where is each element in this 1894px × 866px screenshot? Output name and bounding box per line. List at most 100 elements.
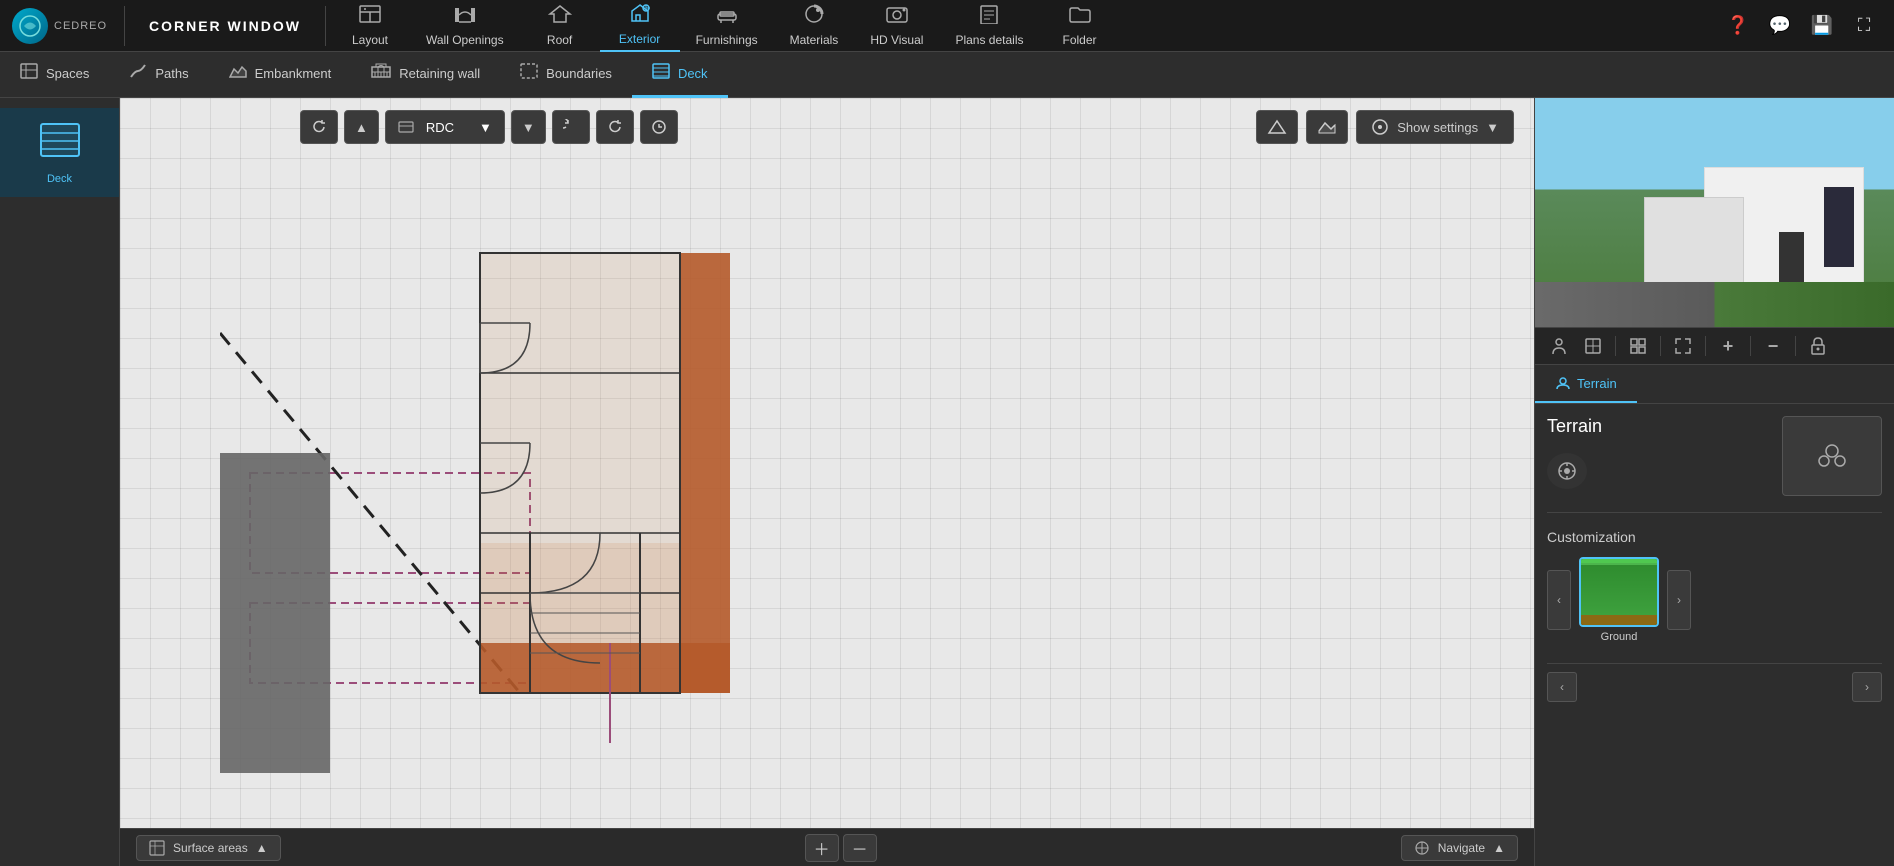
toolbar-item-layout[interactable]: Layout	[330, 0, 410, 52]
terrain-shape-button[interactable]	[1306, 110, 1348, 144]
floor-label: RDC	[426, 120, 454, 135]
customization-section: Customization ‹ Ground ›	[1547, 529, 1882, 643]
grass-texture	[1581, 559, 1657, 615]
show-settings-label: Show settings	[1397, 120, 1478, 135]
paths-icon	[129, 63, 147, 84]
redo-button[interactable]	[596, 110, 634, 144]
surface-areas-button[interactable]: Surface areas ▲	[136, 835, 281, 861]
toolbar-item-furnishings[interactable]: Furnishings	[680, 0, 774, 52]
logo-icon	[12, 8, 48, 44]
save-button[interactable]: 💾	[1804, 8, 1840, 44]
navigate-chevron-icon: ▲	[1493, 841, 1505, 855]
zoom-in-button[interactable]: ＋	[805, 834, 839, 862]
floor-down-button[interactable]: ▼	[511, 110, 546, 144]
expand-button[interactable]	[1667, 332, 1699, 360]
filter-button[interactable]	[1622, 332, 1654, 360]
sub-item-deck[interactable]: Deck	[632, 52, 728, 98]
terrain-tab-label: Terrain	[1577, 376, 1617, 391]
separator	[1547, 512, 1882, 513]
spaces-icon	[20, 63, 38, 84]
toolbar-right: ❓ 💬 💾 ⛶	[1720, 8, 1894, 44]
ground-swatch[interactable]	[1579, 557, 1659, 627]
deck-tool-label: Deck	[47, 173, 72, 185]
bottom-prev-button[interactable]: ‹	[1547, 672, 1577, 702]
chat-button[interactable]: 💬	[1762, 8, 1798, 44]
sub-item-paths[interactable]: Paths	[109, 52, 208, 98]
toolbar-label-materials: Materials	[790, 33, 839, 47]
refresh-button[interactable]	[300, 110, 338, 144]
toolbar-label-plans-details: Plans details	[955, 33, 1023, 47]
terrain-title-text: Terrain	[1547, 416, 1602, 437]
deck-tool-icon	[37, 120, 83, 167]
plans-details-icon	[977, 4, 1001, 30]
select-shape-button[interactable]	[1256, 110, 1298, 144]
ground-carousel: ‹ Ground ›	[1547, 557, 1882, 643]
sub-item-retaining-wall[interactable]: Retaining wall	[351, 52, 500, 98]
terrain-settings-button[interactable]	[1547, 453, 1587, 489]
person-view-button[interactable]	[1543, 332, 1575, 360]
terrain-content: Terrain	[1535, 404, 1894, 866]
toolbar-label-exterior: Exterior	[619, 32, 660, 46]
toolbar-item-hd-visual[interactable]: HD Visual	[854, 0, 939, 52]
customization-title: Customization	[1547, 529, 1882, 545]
sub-item-boundaries[interactable]: Boundaries	[500, 52, 632, 98]
sub-toolbar: Spaces Paths Embankment	[0, 52, 1894, 98]
refresh2-button[interactable]	[640, 110, 678, 144]
toolbar-item-plans-details[interactable]: Plans details	[939, 0, 1039, 52]
help-button[interactable]: ❓	[1720, 8, 1756, 44]
carousel-next-button[interactable]: ›	[1667, 570, 1691, 630]
toolbar-label-wall-openings: Wall Openings	[426, 33, 504, 47]
canvas-controls: ▲ RDC ▼ ▼	[300, 110, 678, 144]
terrain-tabs: Terrain	[1535, 365, 1894, 404]
toolbar-item-folder[interactable]: Folder	[1040, 0, 1120, 52]
toolbar-label-furnishings: Furnishings	[696, 33, 758, 47]
furnishings-icon	[715, 4, 739, 30]
lock-button[interactable]	[1802, 332, 1834, 360]
toolbar-item-roof[interactable]: Roof	[520, 0, 600, 52]
3d-preview-image	[1535, 98, 1894, 327]
view-divider-3	[1705, 336, 1706, 356]
toolbar-divider-2	[325, 6, 326, 46]
terrain-preview-box	[1782, 416, 1882, 496]
show-settings-button[interactable]: Show settings ▼	[1356, 110, 1514, 144]
logo-text: CEDREO	[54, 20, 107, 32]
exterior-icon	[628, 3, 652, 29]
folder-icon	[1068, 4, 1092, 30]
sub-item-spaces[interactable]: Spaces	[0, 52, 109, 98]
settings-chevron-icon: ▼	[1486, 120, 1499, 135]
view2-button[interactable]	[1577, 332, 1609, 360]
fullscreen-button[interactable]: ⛶	[1846, 8, 1882, 44]
sub-label-boundaries: Boundaries	[546, 66, 612, 81]
tool-deck[interactable]: Deck	[0, 108, 119, 197]
sub-label-deck: Deck	[678, 66, 708, 81]
sub-label-paths: Paths	[155, 66, 188, 81]
toolbar-label-roof: Roof	[547, 33, 572, 47]
app-title: CORNER WINDOW	[129, 18, 321, 34]
floor-up-button[interactable]: ▲	[344, 110, 379, 144]
sub-label-spaces: Spaces	[46, 66, 89, 81]
sub-item-embankment[interactable]: Embankment	[209, 52, 352, 98]
toolbar-item-exterior[interactable]: Exterior	[600, 0, 680, 52]
floor-selector[interactable]: RDC ▼	[385, 110, 505, 144]
carousel-prev-button[interactable]: ‹	[1547, 570, 1571, 630]
toolbar-divider-1	[124, 6, 125, 46]
floor-plan	[220, 153, 920, 773]
view-divider-5	[1795, 336, 1796, 356]
zoom-in-3d-button[interactable]: +	[1712, 332, 1744, 360]
deck-icon	[652, 63, 670, 84]
undo-button[interactable]	[552, 110, 590, 144]
zoom-out-button[interactable]: －	[843, 834, 877, 862]
toolbar-item-wall-openings[interactable]: Wall Openings	[410, 0, 520, 52]
terrain-tab[interactable]: Terrain	[1535, 365, 1637, 403]
view-controls: + −	[1535, 328, 1894, 365]
bottom-bar: Surface areas ▲ ＋ － Navigate ▲	[120, 828, 1534, 866]
toolbar-label-folder: Folder	[1062, 33, 1096, 47]
terrain-title: Terrain	[1547, 416, 1770, 437]
navigate-button[interactable]: Navigate ▲	[1401, 835, 1518, 861]
canvas-area[interactable]: ▲ RDC ▼ ▼	[120, 98, 1534, 866]
toolbar-label-hd-visual: HD Visual	[870, 33, 923, 47]
zoom-out-3d-button[interactable]: −	[1757, 332, 1789, 360]
ground-label: Ground	[1579, 631, 1659, 643]
toolbar-item-materials[interactable]: Materials	[774, 0, 855, 52]
bottom-next-button[interactable]: ›	[1852, 672, 1882, 702]
